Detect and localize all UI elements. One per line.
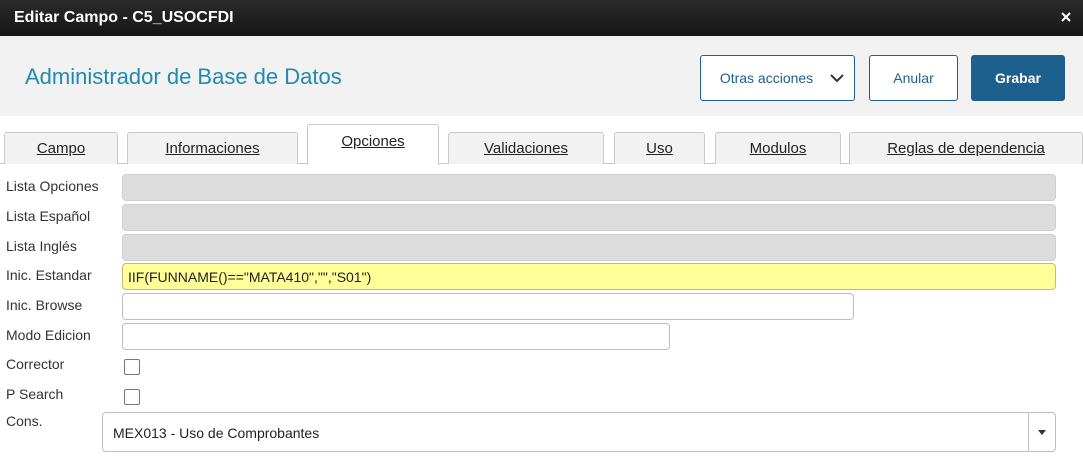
modo-edicion-input[interactable] xyxy=(123,324,669,349)
lista-ingles-label: Lista Inglés xyxy=(6,238,77,254)
save-button[interactable]: Grabar xyxy=(971,55,1065,101)
tab-label: Campo xyxy=(36,140,86,157)
caret-down-icon xyxy=(1038,430,1046,435)
cons-estandar-value: MEX013 - Uso de Comprobantes xyxy=(113,425,320,441)
lista-opciones-label: Lista Opciones xyxy=(6,178,99,194)
select-arrow-button[interactable] xyxy=(1028,413,1055,451)
lista-espanol-input xyxy=(123,205,1055,230)
header: Administrador de Base de Datos Otras acc… xyxy=(0,36,1083,116)
tab-label: Uso xyxy=(646,140,673,157)
lista-opciones-input xyxy=(123,175,1055,200)
p-search-checkbox[interactable] xyxy=(124,389,140,405)
more-actions-button[interactable]: Otras acciones xyxy=(700,55,855,101)
inic-estandar-input[interactable] xyxy=(123,264,1055,289)
inic-estandar-label: Inic. Estandar xyxy=(6,267,92,283)
tab-label: Informaciones xyxy=(165,140,260,157)
window-title: Editar Campo - C5_USOCFDI xyxy=(14,9,234,26)
app-title: Administrador de Base de Datos xyxy=(25,64,342,89)
inic-browse-field[interactable] xyxy=(122,293,854,320)
tab-label: Validaciones xyxy=(484,140,568,157)
lista-espanol-label: Lista Español xyxy=(6,208,91,224)
cons-estandar-select[interactable]: MEX013 - Uso de Comprobantes xyxy=(102,412,1056,452)
tab-bar: Campo Informaciones Opciones Validacione… xyxy=(0,116,1083,165)
save-label: Grabar xyxy=(995,70,1041,86)
inic-browse-input[interactable] xyxy=(123,294,853,319)
window-titlebar: Editar Campo - C5_USOCFDI xyxy=(0,0,1083,36)
chevron-down-icon xyxy=(830,74,844,83)
tab-label: Reglas de dependencia xyxy=(887,140,1045,157)
tab-label: Opciones xyxy=(341,132,405,150)
corrector-checkbox[interactable] xyxy=(124,359,140,375)
tab-validaciones[interactable]: Validaciones xyxy=(448,132,604,164)
modo-edicion-field[interactable] xyxy=(122,323,670,350)
corrector-label: Corrector xyxy=(6,356,65,372)
p-search-label: P Search xyxy=(6,386,64,402)
lista-espanol-field xyxy=(122,204,1056,231)
inic-estandar-field[interactable] xyxy=(122,263,1056,290)
cancel-label: Anular xyxy=(893,70,934,86)
more-actions-label: Otras acciones xyxy=(719,70,814,86)
tab-informaciones[interactable]: Informaciones xyxy=(127,132,298,164)
lista-ingles-input xyxy=(123,235,1055,260)
tab-modulos[interactable]: Modulos xyxy=(715,132,841,164)
inic-browse-label: Inic. Browse xyxy=(6,297,83,313)
tab-opciones[interactable]: Opciones xyxy=(307,124,439,165)
lista-ingles-field xyxy=(122,234,1056,261)
tab-reglas-de-dependencia[interactable]: Reglas de dependencia xyxy=(849,132,1083,164)
tab-uso[interactable]: Uso xyxy=(614,132,705,164)
lista-opciones-field xyxy=(122,174,1056,201)
cons-estandar-label: Cons. Estandar xyxy=(6,413,62,433)
tab-campo[interactable]: Campo xyxy=(4,132,118,164)
close-icon[interactable] xyxy=(1059,10,1073,24)
cancel-button[interactable]: Anular xyxy=(869,55,958,101)
tab-label: Modulos xyxy=(749,140,807,157)
modo-edicion-label: Modo Edicion xyxy=(6,327,91,343)
